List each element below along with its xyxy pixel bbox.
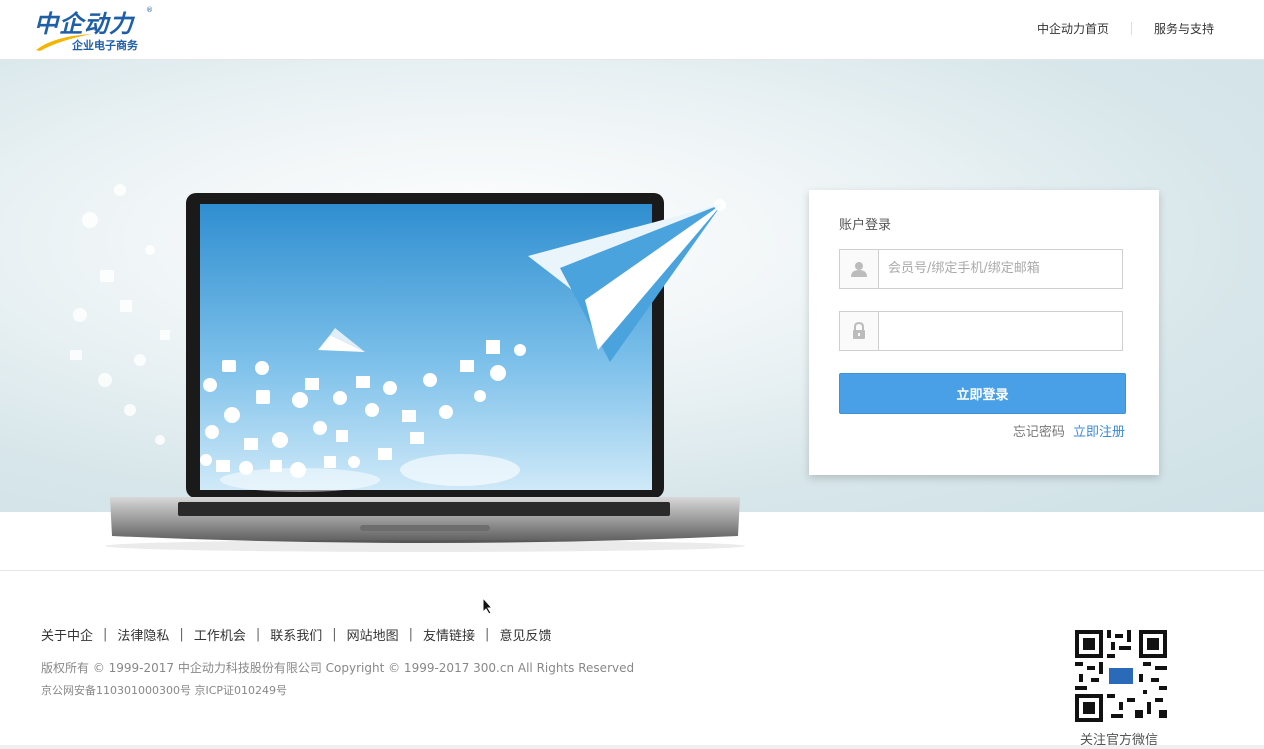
footer-divider bbox=[0, 570, 1264, 571]
footer-link-friends[interactable]: 友情链接 bbox=[423, 625, 475, 644]
login-links: 忘记密码 立即注册 bbox=[1013, 421, 1125, 440]
nav-separator bbox=[1130, 22, 1132, 35]
footer-separator: | bbox=[408, 627, 414, 642]
footer-link-about[interactable]: 关于中企 bbox=[41, 625, 93, 644]
footer-separator: | bbox=[179, 627, 184, 642]
footer-separator: | bbox=[485, 627, 490, 642]
site-header: 中企动力 ® 企业电子商务 中企动力首页 服务与支持 bbox=[0, 0, 1264, 60]
footer-link-sitemap[interactable]: 网站地图 bbox=[347, 625, 399, 644]
lock-icon bbox=[840, 312, 879, 350]
copyright-text: 版权所有 © 1999-2017 中企动力科技股份有限公司 Copyright … bbox=[41, 661, 635, 675]
footer-link-contact[interactable]: 联系我们 bbox=[270, 625, 322, 644]
logo-registered-mark: ® bbox=[146, 6, 153, 14]
footer-separator: | bbox=[103, 627, 108, 642]
footer-separator: | bbox=[255, 627, 261, 642]
logo-subtitle: 企业电子商务 bbox=[72, 39, 138, 52]
username-field-wrapper bbox=[839, 249, 1124, 289]
nav-home-link[interactable]: 中企动力首页 bbox=[1037, 20, 1109, 37]
laptop-illustration bbox=[70, 184, 745, 552]
footer-link-legal[interactable]: 法律隐私 bbox=[117, 625, 169, 644]
page-bottom-bar bbox=[0, 745, 1264, 749]
forget-password-link[interactable]: 忘记密码 bbox=[1013, 425, 1065, 440]
icp-text: 京公网安备110301000300号 京ICP证010249号 bbox=[41, 684, 288, 697]
login-title: 账户登录 bbox=[839, 218, 892, 233]
footer-separator: | bbox=[332, 627, 337, 642]
footer-link-feedback[interactable]: 意见反馈 bbox=[499, 625, 551, 644]
user-icon bbox=[840, 250, 879, 288]
login-panel: 账户登录 立即登录 忘记密码 立即注册 bbox=[809, 190, 1159, 475]
nav-service-link[interactable]: 服务与支持 bbox=[1154, 20, 1214, 37]
mouse-cursor-icon bbox=[482, 597, 494, 615]
company-logo[interactable]: 中企动力 ® 企业电子商务 bbox=[34, 4, 154, 54]
top-nav: 中企动力首页 服务与支持 bbox=[1037, 20, 1214, 37]
wechat-qr-code bbox=[1075, 630, 1167, 722]
password-input[interactable] bbox=[880, 312, 1124, 348]
footer-nav: 关于中企 | 法律隐私 | 工作机会 | 联系我们 | 网站地图 | 友情链接 … bbox=[41, 625, 551, 644]
register-link[interactable]: 立即注册 bbox=[1073, 425, 1125, 440]
password-field-wrapper bbox=[839, 311, 1124, 351]
footer-link-jobs[interactable]: 工作机会 bbox=[194, 625, 246, 644]
username-input[interactable] bbox=[880, 250, 1124, 286]
login-button[interactable]: 立即登录 bbox=[839, 373, 1126, 414]
